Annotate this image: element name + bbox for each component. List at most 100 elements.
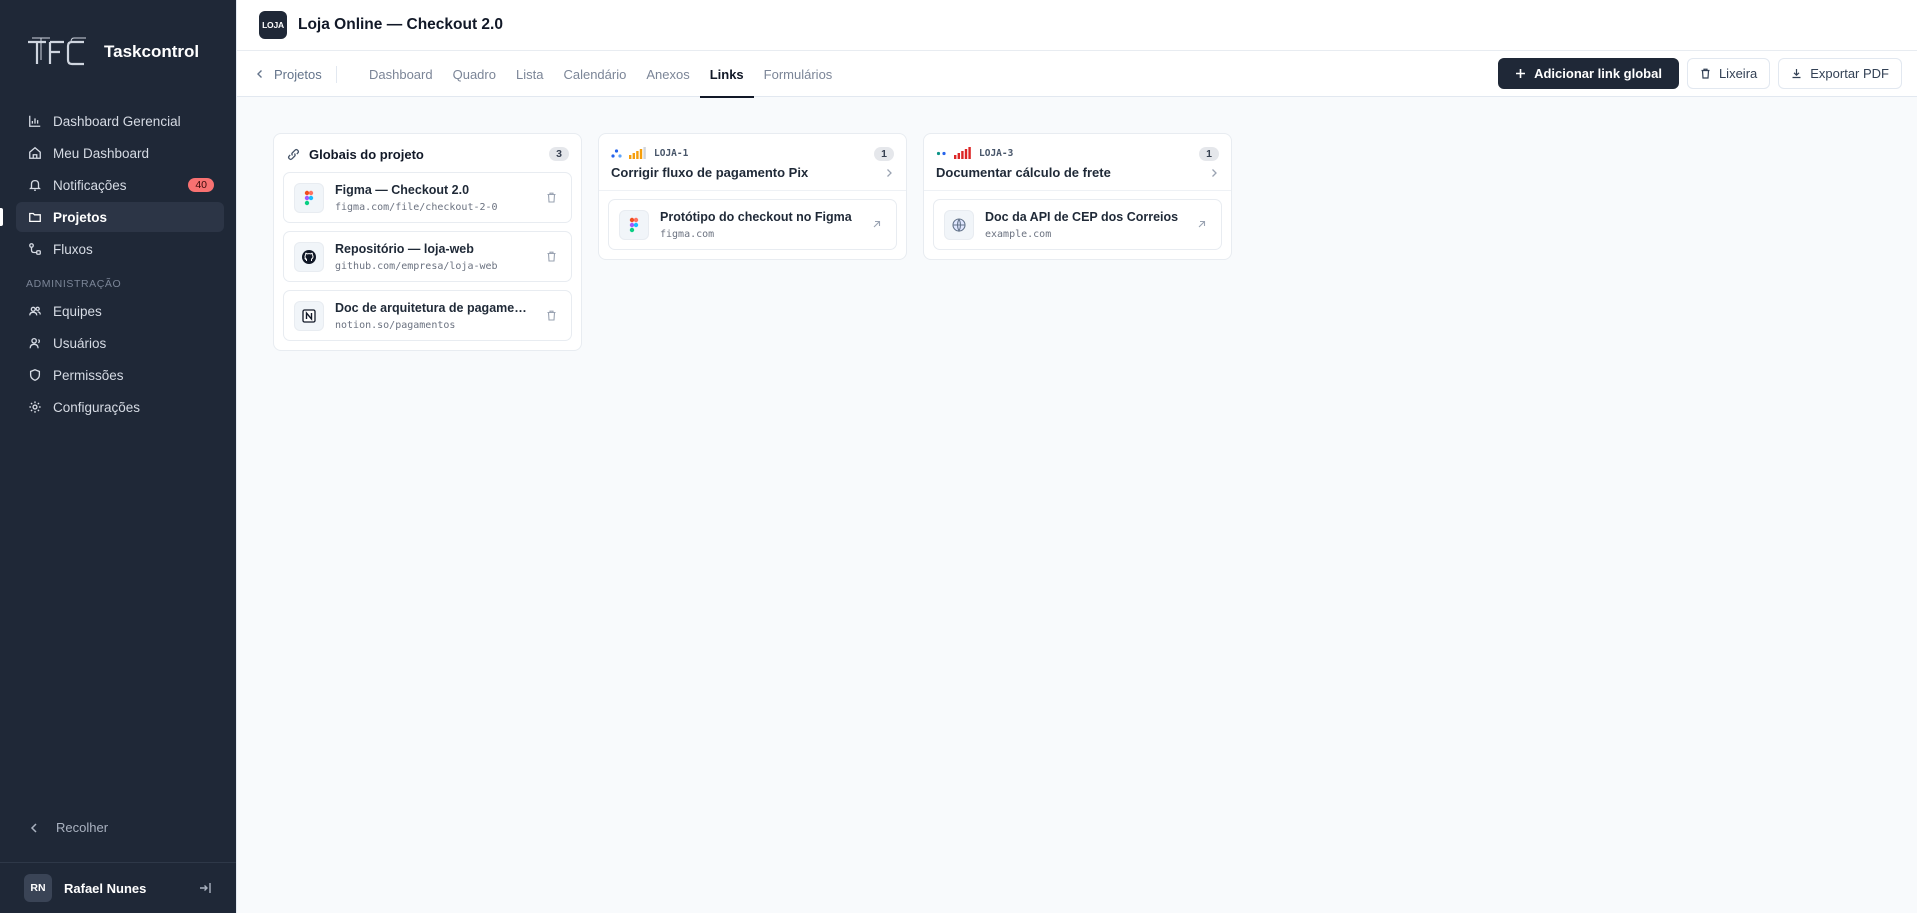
delete-icon[interactable] <box>546 192 557 203</box>
issue-header[interactable]: LOJA-1 1 Corrigir fluxo de pagamento Pix <box>599 134 906 190</box>
link-card[interactable]: Repositório — loja-web github.com/empres… <box>283 231 572 282</box>
link-card[interactable]: Figma — Checkout 2.0 figma.com/file/chec… <box>283 172 572 223</box>
tab-links[interactable]: Links <box>699 51 754 98</box>
issue-header[interactable]: LOJA-3 1 Documentar cálculo de frete <box>924 134 1231 190</box>
link-url: example.com <box>985 228 1052 240</box>
issue-title-row: Corrigir fluxo de pagamento Pix <box>611 165 894 180</box>
trash-label: Lixeira <box>1718 66 1758 81</box>
trash-button[interactable]: Lixeira <box>1686 58 1771 89</box>
add-global-link-button[interactable]: Adicionar link global <box>1498 58 1679 89</box>
sidebar-item-meu-dashboard[interactable]: Meu Dashboard <box>16 138 224 168</box>
global-links-column: Globais do projeto 3 Figma — Checkout 2.… <box>273 133 582 351</box>
issue-meta: LOJA-1 <box>611 147 894 159</box>
link-text: Doc da API de CEP dos Correios example.c… <box>985 210 1180 240</box>
sidebar-item-label: Notificações <box>53 177 127 193</box>
sidebar-item-dashboard-gerencial[interactable]: Dashboard Gerencial <box>16 106 224 136</box>
sidebar-item-configuracoes[interactable]: Configurações <box>16 392 224 422</box>
sidebar-item-permissoes[interactable]: Permissões <box>16 360 224 390</box>
tab-anexos[interactable]: Anexos <box>636 51 699 97</box>
notion-icon <box>294 300 324 331</box>
users-icon <box>29 337 41 349</box>
link-text: Figma — Checkout 2.0 figma.com/file/chec… <box>335 183 530 213</box>
back-link-label: Projetos <box>274 66 322 82</box>
issue-title: Documentar cálculo de frete <box>936 165 1111 180</box>
user-profile[interactable]: RN Rafael Nunes <box>0 862 236 913</box>
brand[interactable]: Taskcontrol <box>26 34 199 70</box>
link-title: Figma — Checkout 2.0 <box>335 182 470 197</box>
external-link-icon[interactable] <box>1196 219 1207 230</box>
column-header: Globais do projeto 3 <box>274 134 581 172</box>
project-logo: LOJA <box>259 11 287 39</box>
link-url: figma.com/file/checkout-2-0 <box>335 201 498 213</box>
links-board: Globais do projeto 3 Figma — Checkout 2.… <box>273 133 1232 351</box>
priority-icon <box>629 147 646 159</box>
taskcontrol-logo-icon <box>28 37 86 66</box>
gear-icon <box>29 401 41 413</box>
brand-name: Taskcontrol <box>104 42 200 61</box>
export-pdf-label: Exportar PDF <box>1810 66 1889 81</box>
add-global-link-label: Adicionar link global <box>1534 66 1662 81</box>
column-title: Globais do projeto <box>309 147 424 162</box>
download-icon <box>1792 69 1801 79</box>
tab-dashboard[interactable]: Dashboard <box>359 51 443 97</box>
avatar: RN <box>24 874 52 902</box>
sidebar-item-label: Meu Dashboard <box>53 145 150 161</box>
issue-title: Corrigir fluxo de pagamento Pix <box>611 165 809 180</box>
link-card[interactable]: Protótipo do checkout no Figma figma.com <box>608 199 897 250</box>
sidebar-item-equipes[interactable]: Equipes <box>16 296 224 326</box>
active-indicator <box>0 208 3 226</box>
sidebar-item-usuarios[interactable]: Usuários <box>16 328 224 358</box>
issue-links-column: LOJA-1 1 Corrigir fluxo de pagamento Pix… <box>598 133 907 260</box>
priority-icon <box>954 147 971 159</box>
team-icon <box>29 306 41 316</box>
notification-count-badge: 40 <box>188 178 214 192</box>
sidebar-item-label: Usuários <box>53 335 107 351</box>
tab-bar: Projetos Dashboard Quadro Lista Calendár… <box>237 51 1917 98</box>
back-to-projects-link[interactable]: Projetos <box>255 51 322 97</box>
sidebar-item-label: Dashboard Gerencial <box>53 113 181 129</box>
issue-meta: LOJA-3 <box>936 147 1219 159</box>
bar-chart-icon <box>29 115 41 127</box>
chevron-right-icon <box>1212 168 1217 177</box>
external-link-icon[interactable] <box>871 219 882 230</box>
column-body: Figma — Checkout 2.0 figma.com/file/chec… <box>274 172 581 350</box>
sidebar-item-fluxos[interactable]: Fluxos <box>16 234 224 264</box>
column-body: Doc da API de CEP dos Correios example.c… <box>924 191 1231 259</box>
delete-icon[interactable] <box>546 251 557 262</box>
status-dots-icon <box>611 148 622 158</box>
sidebar-item-label: Fluxos <box>53 241 93 257</box>
link-url: notion.so/pagamentos <box>335 319 456 331</box>
tab-lista[interactable]: Lista <box>506 51 553 97</box>
chevron-left-icon <box>30 822 37 833</box>
delete-icon[interactable] <box>546 310 557 321</box>
link-card[interactable]: Doc da API de CEP dos Correios example.c… <box>933 199 1222 250</box>
project-header: LOJA Loja Online — Checkout 2.0 <box>237 0 1917 51</box>
issue-key: LOJA-3 <box>979 147 1014 159</box>
figma-icon <box>619 209 649 240</box>
figma-icon <box>294 182 324 213</box>
main-content: LOJA Loja Online — Checkout 2.0 Projetos… <box>236 0 1917 913</box>
sidebar-item-projetos[interactable]: Projetos <box>0 202 224 232</box>
project-tabs: Dashboard Quadro Lista Calendário Anexos… <box>359 51 843 98</box>
link-count-badge: 1 <box>874 147 894 161</box>
link-count-badge: 3 <box>549 147 569 161</box>
sidebar-nav: Dashboard Gerencial Meu Dashboard Notifi… <box>0 106 224 424</box>
divider <box>336 66 337 83</box>
link-title: Protótipo do checkout no Figma <box>660 209 852 224</box>
home-icon <box>29 146 41 159</box>
sidebar-item-notificacoes[interactable]: Notificações 40 <box>16 170 224 200</box>
tab-quadro[interactable]: Quadro <box>443 51 506 97</box>
column-title-row: Globais do projeto <box>286 147 569 162</box>
sidebar: Taskcontrol Dashboard Gerencial Meu Dash… <box>0 0 236 913</box>
issue-title-row: Documentar cálculo de frete <box>936 165 1219 180</box>
tab-calendario[interactable]: Calendário <box>553 51 636 97</box>
tab-formularios[interactable]: Formulários <box>754 51 843 97</box>
link-icon <box>287 148 300 161</box>
page-title: Loja Online — Checkout 2.0 <box>298 16 503 33</box>
logout-icon[interactable] <box>198 881 212 895</box>
export-pdf-button[interactable]: Exportar PDF <box>1778 58 1902 89</box>
link-count-badge: 1 <box>1199 147 1219 161</box>
link-text: Repositório — loja-web github.com/empres… <box>335 242 530 272</box>
collapse-sidebar-button[interactable]: Recolher <box>28 820 108 835</box>
link-card[interactable]: Doc de arquitetura de pagamentos notion.… <box>283 290 572 341</box>
